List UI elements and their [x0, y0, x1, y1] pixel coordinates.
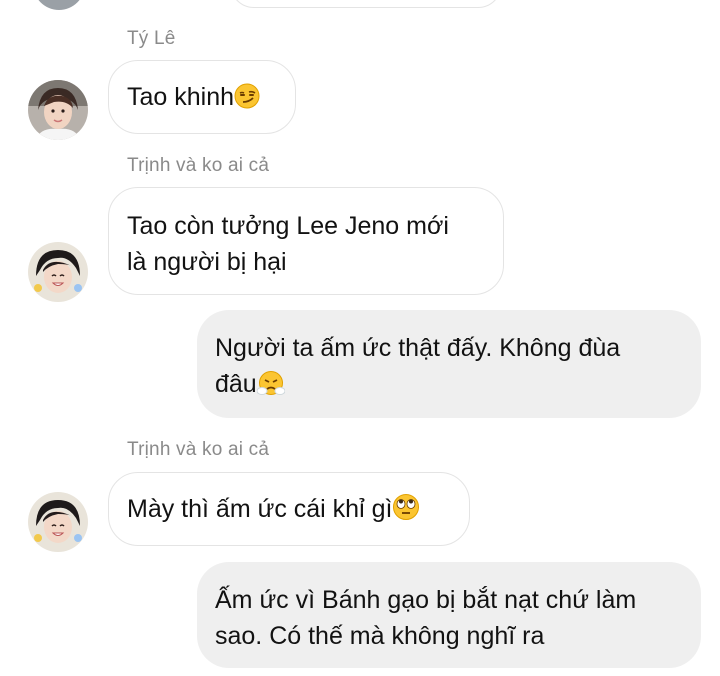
message-bubble[interactable]: Mày thì ấm ức cái khỉ gì — [108, 472, 470, 546]
message-bubble[interactable]: Tao khinh — [108, 60, 296, 134]
face-with-steam-from-nose-icon — [256, 370, 285, 396]
message-text-line: đâu — [215, 370, 257, 398]
avatar-ty-le[interactable] — [28, 80, 88, 140]
message-text-line: Người ta ấm ức thật đấy. Không đùa — [215, 334, 621, 362]
sender-name: Trịnh và ko ai cả — [127, 439, 270, 460]
message-bubble-previous[interactable] — [230, 0, 502, 8]
message-text: Tao khinh — [127, 83, 235, 111]
avatar-previous[interactable] — [33, 0, 85, 10]
message-text: Mày thì ấm ức cái khỉ gì — [127, 495, 393, 523]
message-text-line: là người bị hại — [127, 248, 287, 276]
smirking-face-icon — [234, 83, 260, 109]
sender-name: Trịnh và ko ai cả — [127, 155, 270, 176]
avatar-trinh[interactable] — [28, 242, 88, 302]
message-text-line: sao. Có thế mà không nghĩ ra — [215, 622, 545, 650]
message-bubble[interactable]: Tao còn tưởng Lee Jeno mới là người bị h… — [108, 187, 504, 295]
message-bubble-outgoing[interactable]: Ấm ức vì Bánh gạo bị bắt nạt chứ làm sao… — [197, 562, 701, 668]
sender-name: Tý Lê — [127, 28, 176, 49]
message-text-line: Tao còn tưởng Lee Jeno mới — [127, 212, 449, 240]
message-text-line: Ấm ức vì Bánh gạo bị bắt nạt chứ làm — [215, 586, 637, 614]
avatar-trinh[interactable] — [28, 492, 88, 552]
message-bubble-outgoing[interactable]: Người ta ấm ức thật đấy. Không đùa đâu — [197, 310, 701, 418]
face-with-rolling-eyes-icon — [392, 493, 420, 521]
